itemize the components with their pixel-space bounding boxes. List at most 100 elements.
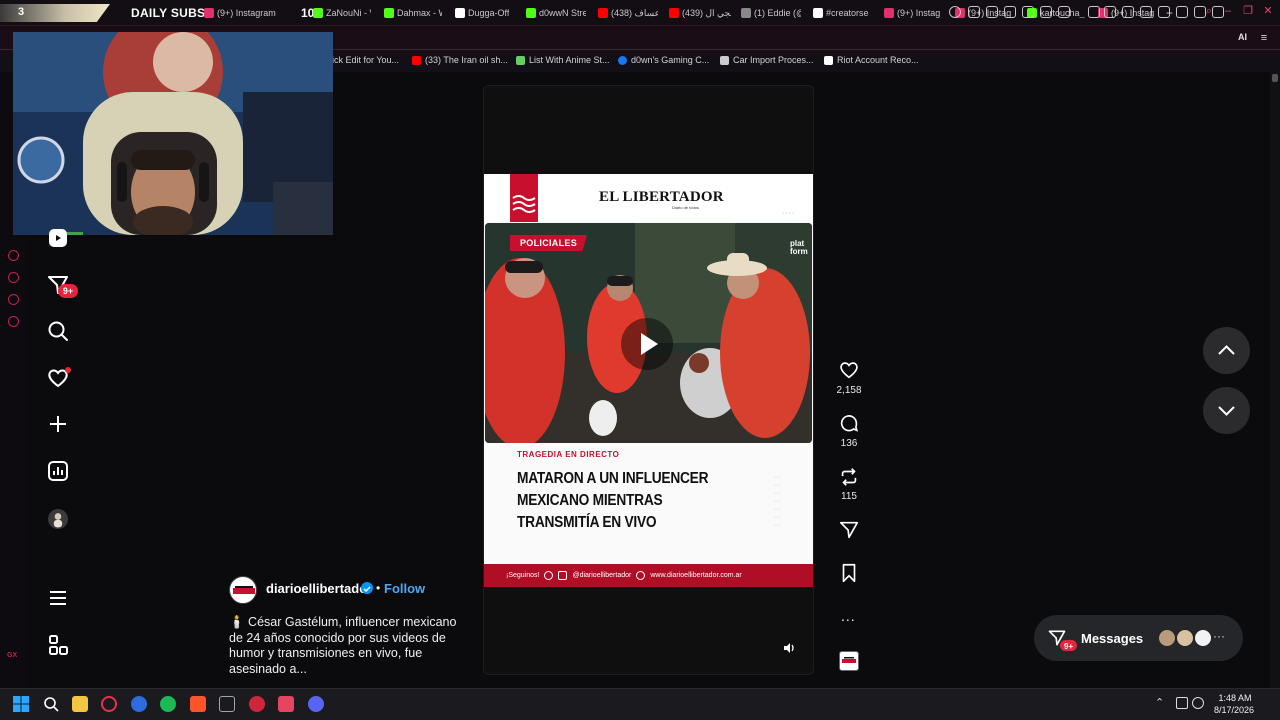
comment-count: 136 bbox=[840, 438, 858, 449]
network-icon[interactable] bbox=[1176, 697, 1188, 709]
news-card-image: EL LIBERTADOR Diario de todos ···· POLIC… bbox=[484, 174, 813, 587]
tab-label: (439) لجي ال bbox=[682, 7, 731, 18]
pin-icon[interactable] bbox=[968, 6, 980, 18]
puzzle-icon[interactable] bbox=[1176, 6, 1188, 18]
user-icon[interactable] bbox=[1194, 6, 1206, 18]
download-icon[interactable] bbox=[1212, 6, 1224, 18]
previous-reel-button[interactable] bbox=[1203, 327, 1250, 374]
scrollbar-thumb[interactable] bbox=[1272, 74, 1278, 82]
browser-tab[interactable]: #creatorse bbox=[813, 5, 873, 21]
maximize-icon[interactable]: ❐ bbox=[1242, 5, 1254, 17]
bookmark-item[interactable]: Car Import Proces... bbox=[720, 55, 814, 65]
reels-icon[interactable] bbox=[46, 226, 70, 250]
bookmark-item[interactable]: Riot Account Reco... bbox=[824, 55, 919, 65]
opera-gx-icon[interactable] bbox=[101, 696, 117, 712]
shield-icon[interactable] bbox=[1004, 6, 1016, 18]
browser-tab[interactable]: d0wwN Stre bbox=[526, 5, 586, 21]
ai-button[interactable]: AI bbox=[1238, 32, 1247, 42]
bookmark-item[interactable]: List With Anime St... bbox=[516, 55, 610, 65]
more-apps-icon[interactable] bbox=[46, 633, 70, 657]
next-reel-button[interactable] bbox=[1203, 387, 1250, 434]
browser-tab[interactable]: ZaNouNi - V bbox=[313, 5, 371, 21]
bookmark-item[interactable]: (33) The Iran oil sh... bbox=[412, 55, 508, 65]
extension-icon[interactable] bbox=[1088, 6, 1100, 18]
settings-icon[interactable] bbox=[8, 316, 19, 327]
newspaper-name: EL LIBERTADOR bbox=[599, 189, 724, 205]
cube-icon[interactable] bbox=[8, 294, 19, 305]
car-icon bbox=[720, 55, 729, 65]
spotify-icon[interactable] bbox=[160, 696, 176, 712]
tab-label: (1) Eddie (@ bbox=[754, 8, 801, 18]
messages-more-button[interactable]: ··· bbox=[1213, 629, 1225, 643]
tiktok-icon bbox=[813, 8, 823, 18]
clock-icon[interactable] bbox=[8, 272, 19, 283]
contact-avatar[interactable] bbox=[1157, 628, 1177, 648]
browser-tab[interactable]: (9+) Instag bbox=[884, 5, 944, 21]
speaker-icon[interactable] bbox=[1192, 697, 1204, 709]
app-icon[interactable] bbox=[219, 696, 235, 712]
browser-tab[interactable]: (1) Eddie (@ bbox=[741, 5, 801, 21]
browser-tab[interactable]: kartoucha_ bbox=[1027, 5, 1085, 21]
zoom-icon[interactable] bbox=[949, 6, 961, 18]
app-icon[interactable] bbox=[278, 696, 294, 712]
player-icon[interactable] bbox=[8, 250, 19, 261]
more-options-button[interactable]: ... bbox=[841, 608, 856, 624]
profile-avatar[interactable] bbox=[48, 509, 68, 529]
author-avatar[interactable] bbox=[229, 576, 257, 604]
reel-caption[interactable]: 🕯️ César Gastélum, influencer mexicano d… bbox=[229, 615, 464, 677]
share-icon[interactable] bbox=[838, 519, 860, 541]
taskbar-date[interactable]: 8/17/2026 bbox=[1212, 705, 1256, 715]
menu-icon[interactable] bbox=[46, 586, 70, 610]
chevron-up-icon[interactable]: ⌃ bbox=[1155, 696, 1164, 709]
bookmark-label: Car Import Proces... bbox=[733, 55, 814, 65]
windows-start-icon[interactable] bbox=[13, 696, 29, 712]
bookmark-item[interactable]: d0wn's Gaming C... bbox=[618, 55, 709, 65]
contact-avatar[interactable] bbox=[1175, 628, 1195, 648]
menu-icon[interactable]: ≡ bbox=[1258, 32, 1270, 44]
app-icon[interactable] bbox=[131, 696, 147, 712]
instagram-icon bbox=[558, 571, 568, 580]
volume-icon[interactable] bbox=[782, 641, 796, 655]
browser-tab[interactable]: (9+) Instagram bbox=[204, 5, 294, 21]
fire-icon[interactable] bbox=[1140, 6, 1152, 18]
audio-icon[interactable] bbox=[1104, 6, 1116, 18]
discord-icon[interactable] bbox=[308, 696, 324, 712]
file-explorer-icon[interactable] bbox=[72, 696, 88, 712]
messages-label[interactable]: Messages bbox=[1081, 631, 1143, 646]
create-icon[interactable] bbox=[46, 412, 70, 436]
category-tag: POLICIALES bbox=[510, 235, 588, 251]
browser-tab[interactable]: (439) لجي ال bbox=[669, 5, 731, 21]
browser-tab[interactable]: Dugga-Off bbox=[455, 5, 513, 21]
screenshot-icon[interactable] bbox=[986, 6, 998, 18]
account-icon[interactable] bbox=[1022, 6, 1034, 18]
repost-icon[interactable] bbox=[838, 466, 860, 488]
kick-icon bbox=[384, 8, 394, 18]
author-username[interactable]: diarioellibertador bbox=[266, 581, 372, 596]
app-icon[interactable] bbox=[249, 696, 265, 712]
dashboard-icon[interactable] bbox=[46, 459, 70, 483]
comment-icon[interactable] bbox=[838, 412, 860, 434]
heart-icon[interactable] bbox=[1058, 6, 1070, 18]
newspaper-logo-block bbox=[510, 174, 538, 222]
like-icon[interactable] bbox=[838, 359, 860, 381]
browser-tab[interactable]: (438) عساف bbox=[598, 5, 658, 21]
save-icon[interactable] bbox=[838, 562, 860, 584]
card-header: EL LIBERTADOR Diario de todos ···· bbox=[484, 174, 813, 222]
send-icon[interactable] bbox=[1040, 6, 1052, 18]
follow-button[interactable]: Follow bbox=[384, 581, 425, 596]
taskbar-time[interactable]: 1:48 AM bbox=[1218, 693, 1252, 703]
filter-icon[interactable] bbox=[1158, 6, 1170, 18]
youtube-icon bbox=[669, 8, 679, 18]
brave-icon[interactable] bbox=[190, 696, 206, 712]
search-icon[interactable] bbox=[43, 696, 59, 712]
play-button[interactable] bbox=[621, 318, 673, 370]
contact-avatar[interactable] bbox=[1193, 628, 1213, 648]
extension-icon[interactable] bbox=[1122, 6, 1134, 18]
search-icon[interactable] bbox=[46, 319, 70, 343]
page-scrollbar[interactable] bbox=[1270, 72, 1280, 688]
bookmark-item[interactable]: ick Edit for You... bbox=[332, 55, 399, 65]
close-icon[interactable]: ✕ bbox=[1262, 5, 1274, 17]
browser-tab[interactable]: Dahmax - W bbox=[384, 5, 442, 21]
tiktok-icon bbox=[455, 8, 465, 18]
audio-thumbnail[interactable] bbox=[839, 651, 859, 671]
